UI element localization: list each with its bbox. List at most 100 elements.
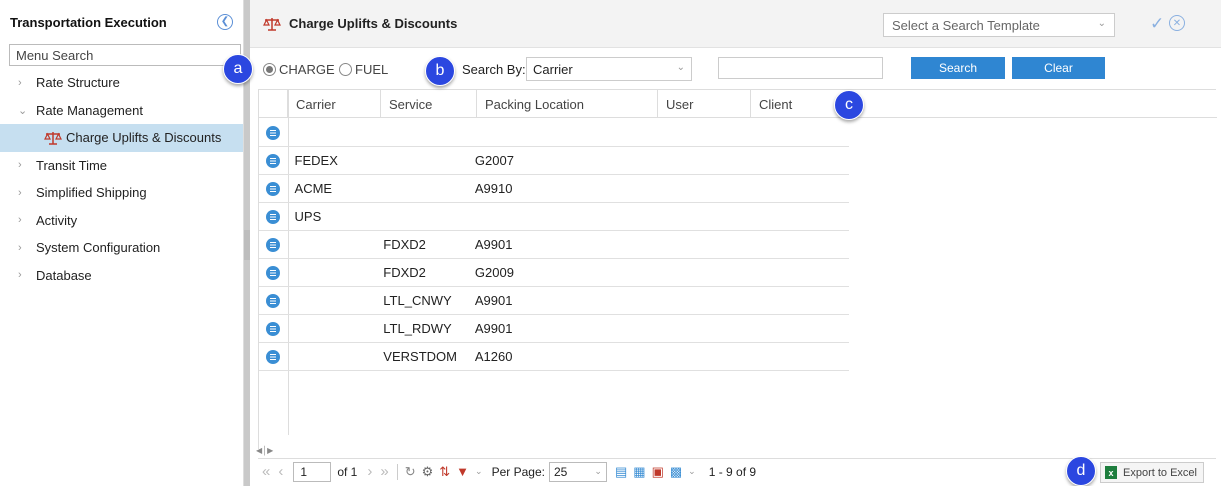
row-menu-cell[interactable] [259,349,287,364]
sidebar-item-rate-management[interactable]: ⌄ Rate Management [0,97,243,125]
column-header-client[interactable]: Client [751,90,1217,118]
callout-b: b [425,56,455,86]
table-row[interactable]: ACME A9910 [259,175,849,203]
table-row[interactable]: LTL_CNWY A9901 [259,287,849,315]
row-menu-icon[interactable] [265,265,280,280]
table-cell: G2009 [474,265,514,280]
column-header-user[interactable]: User [658,90,751,118]
search-button[interactable]: Search [911,57,1005,79]
chevron-down-icon: ⌄ [1097,18,1106,29]
table-row[interactable]: VERSTDOM A1260 [259,343,849,371]
radio-unselected-icon [339,63,352,76]
clear-sort-icon[interactable]: ⇅ [439,464,450,480]
add-record-icon[interactable]: ▤ [615,464,627,480]
first-page-icon[interactable]: « [262,463,270,480]
per-page-select[interactable]: 25 ⌄ [548,461,607,482]
sidebar-item-label: Rate Management [36,102,143,118]
chevron-right-icon: › [18,159,22,172]
table-cell: UPS [294,209,322,224]
sidebar-item-label: Database [36,267,92,283]
sidebar-item-system-configuration[interactable]: › System Configuration [0,234,243,262]
sidebar-item-activity[interactable]: › Activity [0,207,243,235]
table-row[interactable]: LTL_RDWY A9901 [259,315,849,343]
row-menu-icon[interactable] [265,237,280,252]
results-grid: Carrier Service Packing Location User Cl… [258,89,1217,449]
column-header-carrier[interactable]: Carrier [288,90,381,118]
table-row[interactable]: UPS [259,203,849,231]
row-menu-cell[interactable] [259,209,287,224]
sidebar-item-database[interactable]: › Database [0,262,243,290]
delete-record-icon[interactable]: ▣ [652,464,664,480]
sidebar: Transportation Execution ❮ › Rate Structu… [0,0,244,486]
edit-record-icon[interactable]: ▦ [633,464,645,480]
fuel-radio[interactable]: FUEL [339,62,388,77]
row-menu-cell[interactable] [259,125,287,140]
sidebar-item-transit-time[interactable]: › Transit Time [0,152,243,180]
row-menu-icon[interactable] [265,181,280,196]
next-page-icon[interactable]: › [367,463,372,480]
row-menu-icon[interactable] [265,153,280,168]
row-menu-icon[interactable] [265,321,280,336]
table-row[interactable]: FEDEX G2007 [259,147,849,175]
row-menu-cell[interactable] [259,293,287,308]
column-header-packing-location[interactable]: Packing Location [477,90,658,118]
row-menu-cell[interactable] [259,237,287,252]
horizontal-scroll-arrows[interactable]: ◀│▶ [256,446,273,455]
search-input[interactable] [718,57,883,79]
row-menu-icon[interactable] [265,125,280,140]
fuel-radio-label: FUEL [355,62,389,77]
import-icon[interactable]: ▩ [670,464,682,480]
row-menu-icon[interactable] [265,293,280,308]
row-menu-icon[interactable] [265,349,280,364]
divider [396,463,398,480]
table-row[interactable] [259,119,849,147]
row-menu-icon[interactable] [265,209,280,224]
charge-radio[interactable]: CHARGE [263,62,335,77]
previous-page-icon[interactable]: ‹ [278,463,283,480]
export-excel-label: Export to Excel [1123,466,1197,479]
grid-header: Carrier Service Packing Location User Cl… [259,90,1217,118]
last-page-icon[interactable]: » [380,463,388,480]
table-cell: A9901 [474,293,513,308]
radio-selected-icon [263,63,276,76]
row-menu-cell[interactable] [259,153,287,168]
collapse-sidebar-icon[interactable]: ❮ [217,14,233,30]
table-cell: FEDEX [294,153,338,168]
export-excel-button[interactable]: x Export to Excel [1100,462,1204,483]
sidebar-item-label: Simplified Shipping [36,185,147,201]
search-by-value: Carrier [533,62,573,77]
row-menu-cell[interactable] [259,265,287,280]
chevron-down-icon: ⌄ [594,466,602,476]
chevron-down-icon[interactable]: ⌄ [475,466,483,477]
chevron-right-icon: › [18,214,22,227]
chevron-down-icon[interactable]: ⌄ [688,466,696,477]
main-panel: Charge Uplifts & Discounts Select a Sear… [250,0,1221,486]
column-header-service[interactable]: Service [381,90,477,118]
table-cell: FDXD2 [383,237,426,252]
table-cell: ACME [294,181,333,196]
table-row[interactable]: FDXD2 A9901 [259,231,849,259]
check-icon[interactable]: ✓ [1150,14,1164,34]
table-cell: LTL_RDWY [383,321,452,336]
search-template-select[interactable]: Select a Search Template ⌄ [883,13,1115,37]
clear-filter-icon[interactable]: ▼ [456,464,469,479]
refresh-icon[interactable]: ↻ [405,464,416,480]
sidebar-item-rate-structure[interactable]: › Rate Structure [0,69,243,97]
record-count: 1 - 9 of 9 [708,464,757,479]
settings-icon[interactable]: ⚙ [422,464,434,480]
row-menu-cell[interactable] [259,181,287,196]
clear-button[interactable]: Clear [1012,57,1105,79]
search-toolbar: CHARGE FUEL Search By: Carrier ⌄ Search C… [250,48,1221,88]
page-number-input[interactable]: 1 [293,461,332,482]
sidebar-item-label: Activity [36,212,78,228]
search-by-select[interactable]: Carrier ⌄ [526,57,692,81]
table-row[interactable]: FDXD2 G2009 [259,259,849,287]
sidebar-item-simplified-shipping[interactable]: › Simplified Shipping [0,179,243,207]
chevron-right-icon: › [18,241,22,254]
close-icon[interactable]: ✕ [1169,15,1185,31]
sidebar-item-label: Rate Structure [36,75,120,91]
row-menu-cell[interactable] [259,321,287,336]
sidebar-item-charge-uplifts[interactable]: Charge Uplifts & Discounts [0,124,243,152]
per-page-value: 25 [553,464,568,479]
menu-search-input[interactable] [9,44,241,66]
